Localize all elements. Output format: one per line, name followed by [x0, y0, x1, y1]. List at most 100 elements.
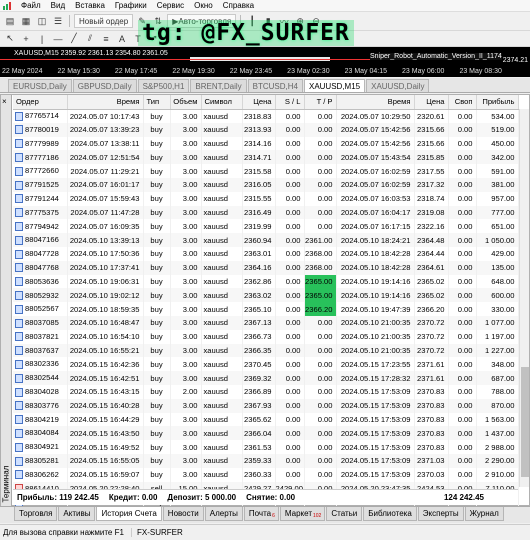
fibonacci-icon[interactable]: ≡: [99, 32, 113, 46]
chart-tab[interactable]: XAUUSD,M15: [303, 79, 366, 92]
table-row[interactable]: 88047728 2024.05.10 17:50:36 buy 3.00 xauusd…: [13, 246, 519, 261]
terminal-tab[interactable]: Новости: [162, 507, 204, 521]
table-row[interactable]: 88047166 2024.05.10 13:39:13 buy 3.00 xauusd…: [13, 233, 519, 247]
terminal-tab[interactable]: Алерты: [204, 507, 243, 521]
column-header[interactable]: Время: [336, 95, 415, 110]
column-header[interactable]: Объем: [170, 95, 202, 110]
new-chart-icon[interactable]: ▤: [3, 14, 17, 28]
table-row[interactable]: 88037085 2024.05.10 16:48:47 buy 3.00 xauusd…: [13, 315, 519, 330]
terminal-tab[interactable]: История Счета: [96, 507, 162, 521]
table-row[interactable]: 88052932 2024.05.10 19:02:12 buy 3.00 xauusd…: [13, 288, 519, 303]
order-icon: [15, 387, 23, 397]
column-header[interactable]: Цена: [242, 95, 276, 110]
table-row[interactable]: 88052567 2024.05.10 18:59:35 buy 3.00 xauusd…: [13, 302, 519, 316]
column-header[interactable]: Ордер: [13, 95, 68, 110]
menu-item[interactable]: Сервис: [152, 1, 189, 10]
order-id: 87765714: [25, 111, 59, 121]
terminal-tab[interactable]: Почта 6: [243, 507, 279, 521]
cursor-icon[interactable]: ↖: [3, 32, 17, 46]
market-watch-icon[interactable]: ◫: [35, 14, 49, 28]
terminal-tab[interactable]: Журнал: [464, 507, 504, 521]
chart-tab[interactable]: GBPUSD,Daily: [72, 79, 137, 92]
column-header[interactable]: Тип: [143, 95, 171, 110]
order-id: 88052567: [25, 304, 59, 314]
chart-tab[interactable]: XAUUSD,Daily: [366, 79, 430, 92]
menu-item[interactable]: Окно: [189, 1, 218, 10]
table-cell: 3.00: [170, 191, 202, 206]
table-row[interactable]: 88303776 2024.05.15 16:40:28 buy 3.00 xauusd…: [13, 398, 519, 413]
terminal-tab[interactable]: Активы: [58, 507, 96, 521]
table-row[interactable]: 87794942 2024.05.07 16:09:35 buy 3.00 xauusd…: [13, 219, 519, 234]
channel-icon[interactable]: ⫽: [83, 32, 97, 46]
terminal-tab[interactable]: Эксперты: [417, 507, 464, 521]
app-logo-icon[interactable]: [2, 1, 14, 10]
table-row[interactable]: 87779989 2024.05.07 13:38:11 buy 3.00 xauusd…: [13, 136, 519, 151]
table-row[interactable]: 87775375 2024.05.07 11:47:28 buy 3.00 xauusd…: [13, 205, 519, 220]
navigator-icon[interactable]: ☰: [51, 14, 65, 28]
chart-tab[interactable]: BTCUSD,H4: [247, 79, 303, 92]
menu-item[interactable]: Файл: [16, 1, 46, 10]
new-order-button[interactable]: Новый ордер: [74, 14, 134, 28]
column-header[interactable]: Своп: [448, 95, 477, 110]
chart-tab[interactable]: S&P500,H1: [137, 79, 190, 92]
table-row[interactable]: 87780019 2024.05.07 13:39:23 buy 3.00 xauusd…: [13, 122, 519, 137]
table-row[interactable]: 88302336 2024.05.15 16:42:36 buy 3.00 xauusd…: [13, 357, 519, 372]
table-row[interactable]: 88037821 2024.05.10 16:54:10 buy 3.00 xauusd…: [13, 329, 519, 344]
chart-tab[interactable]: EURUSD,Daily: [8, 79, 72, 92]
order-icon: [15, 470, 23, 480]
close-icon[interactable]: ×: [2, 97, 7, 106]
table-row[interactable]: 87765714 2024.05.07 10:17:43 buy 3.00 xauusd…: [13, 109, 519, 123]
table-cell: 2024.05.15 16:42:51: [67, 371, 144, 385]
table-row[interactable]: 88306262 2024.05.15 16:59:07 buy 3.00 xauusd…: [13, 467, 519, 482]
table-row[interactable]: 87772660 2024.05.07 11:29:21 buy 3.00 xauusd…: [13, 164, 519, 178]
table-row[interactable]: 88037637 2024.05.10 16:55:21 buy 3.00 xauusd…: [13, 343, 519, 358]
menu-item[interactable]: Графики: [110, 1, 152, 10]
toolbar-divider: [69, 15, 70, 27]
table-cell: buy: [143, 426, 171, 441]
terminal-tab[interactable]: Статьи: [326, 507, 363, 521]
horizontal-line-icon[interactable]: —: [51, 32, 65, 46]
vertical-scrollbar[interactable]: [519, 109, 529, 487]
scrollbar-thumb[interactable]: [521, 367, 529, 477]
column-header[interactable]: Прибыль: [476, 95, 519, 110]
trend-line-icon[interactable]: ╱: [67, 32, 81, 46]
time-label: 23 May 04:15: [344, 68, 388, 75]
table-cell: 3.00: [170, 260, 202, 275]
column-header[interactable]: Цена: [414, 95, 449, 110]
table-row[interactable]: 87791244 2024.05.07 15:59:43 buy 3.00 xauusd…: [13, 191, 519, 206]
order-id: 88304921: [25, 442, 59, 452]
table-row[interactable]: 88304921 2024.05.15 16:49:52 buy 3.00 xauusd…: [13, 440, 519, 454]
table-cell: 87775375: [13, 205, 68, 220]
chart-tab[interactable]: BRENT,Daily: [190, 79, 247, 92]
menu-item[interactable]: Вставка: [70, 1, 110, 10]
terminal-tab[interactable]: Торговля: [14, 507, 58, 521]
table-cell: 2319.08: [414, 205, 449, 220]
table-cell: 0.00: [275, 302, 305, 316]
table-cell: 0.00: [304, 191, 337, 206]
table-row[interactable]: 88302544 2024.05.15 16:42:51 buy 3.00 xauusd…: [13, 371, 519, 385]
chart-area[interactable]: XAUUSD,M15 2359.92 2361.13 2354.80 2361.…: [0, 47, 530, 66]
table-row[interactable]: 88047768 2024.05.10 17:37:41 buy 3.00 xauusd…: [13, 260, 519, 275]
order-icon: [15, 442, 23, 452]
table-row[interactable]: 88053636 2024.05.10 19:06:31 buy 3.00 xauusd…: [13, 274, 519, 289]
column-header[interactable]: S / L: [275, 95, 305, 110]
menu-item[interactable]: Справка: [218, 1, 259, 10]
table-cell: 88047166: [13, 233, 68, 247]
menu-item[interactable]: Вид: [46, 1, 70, 10]
column-header[interactable]: Время: [67, 95, 144, 110]
table-cell: xauusd: [201, 177, 243, 192]
column-header[interactable]: Символ: [201, 95, 243, 110]
terminal-tab[interactable]: Маркет 102: [279, 507, 326, 521]
text-icon[interactable]: A: [115, 32, 129, 46]
profiles-icon[interactable]: ▦: [19, 14, 33, 28]
column-header[interactable]: T / P: [304, 95, 337, 110]
terminal-tab[interactable]: Библиотека: [363, 507, 417, 521]
table-row[interactable]: 88304219 2024.05.15 16:44:29 buy 3.00 xauusd…: [13, 412, 519, 427]
table-row[interactable]: 88304028 2024.05.15 16:43:15 buy 2.00 xauusd…: [13, 384, 519, 399]
table-row[interactable]: 88304084 2024.05.15 16:43:50 buy 3.00 xauusd…: [13, 426, 519, 441]
vertical-line-icon[interactable]: |: [35, 32, 49, 46]
table-row[interactable]: 87791525 2024.05.07 16:01:17 buy 3.00 xauusd…: [13, 177, 519, 192]
crosshair-icon[interactable]: +: [19, 32, 33, 46]
table-row[interactable]: 88305281 2024.05.15 16:55:05 buy 3.00 xauusd…: [13, 453, 519, 468]
table-row[interactable]: 87777186 2024.05.07 12:51:54 buy 3.00 xauusd…: [13, 150, 519, 165]
